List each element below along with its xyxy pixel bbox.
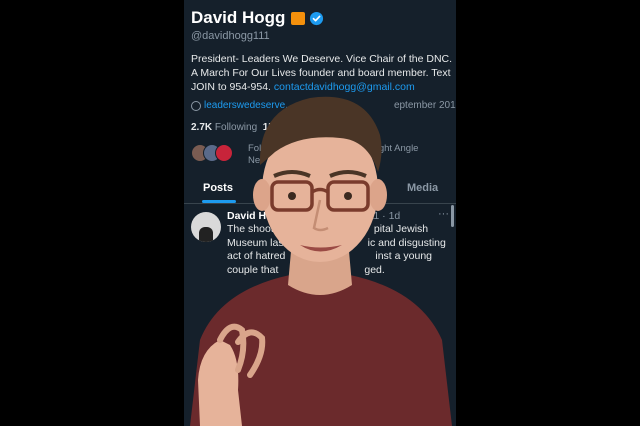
presenter-eye-left — [288, 192, 296, 200]
profile-name-row: David Hogg — [191, 8, 324, 28]
presenter-ear-right — [369, 179, 387, 211]
profile-bio: President- Leaders We Deserve. Vice Chai… — [191, 52, 453, 94]
profile-display-name: David Hogg — [191, 8, 286, 27]
presenter-video-overlay — [190, 96, 452, 426]
orange-square-icon — [291, 11, 306, 25]
profile-handle: @davidhogg111 — [191, 30, 270, 42]
presenter-eye-right — [344, 192, 352, 200]
presenter-ear-left — [253, 179, 271, 211]
verified-badge-icon — [310, 11, 324, 25]
